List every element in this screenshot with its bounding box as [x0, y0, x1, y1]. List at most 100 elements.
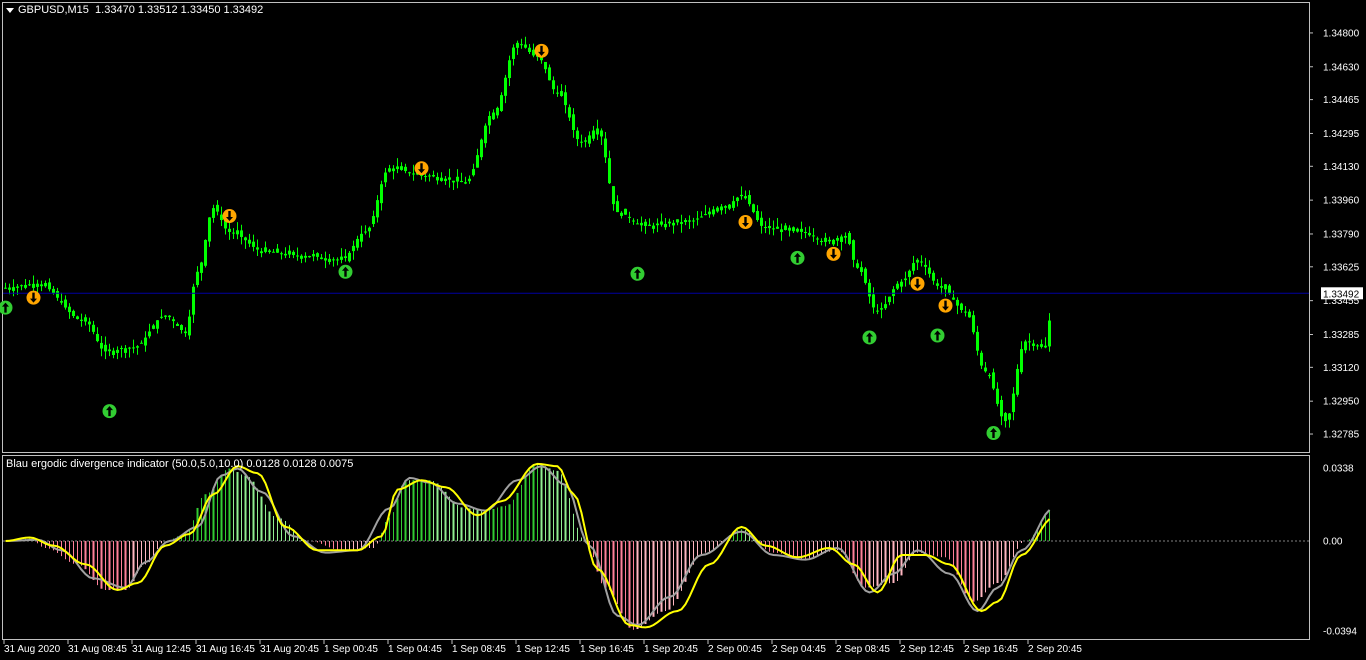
candle-body — [1004, 413, 1007, 422]
candle-body — [884, 304, 887, 309]
candle-body — [524, 44, 527, 48]
candle-body — [764, 227, 767, 229]
candle-body — [712, 209, 715, 215]
candle-body — [676, 219, 679, 223]
candle-body — [836, 238, 839, 241]
candle-body — [768, 225, 771, 229]
candle-body — [208, 217, 211, 242]
candle-body — [908, 270, 911, 278]
time-tick-label: 1 Sep 20:45 — [644, 644, 698, 655]
candle-body — [284, 253, 287, 256]
candle-body — [1000, 399, 1003, 417]
chart-header: GBPUSD,M15 1.33470 1.33512 1.33450 1.334… — [6, 4, 263, 16]
candle-body — [568, 107, 571, 118]
time-tick-label: 1 Sep 04:45 — [388, 644, 442, 655]
candle-body — [404, 166, 407, 172]
candle-body — [660, 221, 663, 225]
candle-body — [896, 283, 899, 289]
candle-body — [680, 222, 683, 224]
candle-body — [384, 172, 387, 183]
candle-body — [920, 261, 923, 263]
candle-body — [904, 278, 907, 281]
candle-body — [264, 247, 267, 252]
candle-body — [924, 264, 927, 267]
candle-body — [820, 240, 823, 242]
down-arrow-icon — [910, 276, 925, 291]
down-arrow-icon — [738, 215, 753, 230]
candle-body — [584, 140, 587, 142]
candle-body — [296, 255, 299, 257]
candle-body — [936, 283, 939, 286]
candle-body — [56, 291, 59, 298]
candle-body — [692, 220, 695, 222]
price-tick-label: 1.32785 — [1323, 430, 1360, 441]
candle-body — [992, 372, 995, 389]
candle-body — [576, 130, 579, 140]
candle-body — [168, 315, 171, 318]
candle-body — [232, 232, 235, 234]
candle-body — [812, 235, 815, 237]
time-tick-label: 2 Sep 08:45 — [836, 644, 890, 655]
candle-body — [120, 347, 123, 349]
candle-body — [760, 217, 763, 226]
candle-body — [772, 228, 775, 230]
chart-canvas[interactable]: 1.34800 1.34630 1.34465 1.34295 1.34130 1.339… — [0, 0, 1366, 660]
dropdown-triangle-icon[interactable] — [6, 7, 14, 13]
candle-body — [436, 176, 439, 181]
candle-body — [100, 342, 103, 349]
candle-body — [848, 232, 851, 244]
candle-body — [828, 239, 831, 242]
candles-layer — [3, 36, 1309, 428]
candle-body — [624, 208, 627, 215]
candle-body — [732, 201, 735, 208]
candle-body — [112, 350, 115, 356]
candle-body — [668, 221, 671, 224]
candle-body — [144, 337, 147, 346]
candle-body — [804, 231, 807, 233]
candle-body — [716, 207, 719, 212]
candle-body — [860, 267, 863, 272]
price-tick-label: 1.33960 — [1323, 196, 1360, 207]
candle-body — [796, 228, 799, 232]
candle-body — [424, 176, 427, 178]
price-tick-label: 1.34295 — [1323, 129, 1360, 140]
candle-body — [984, 367, 987, 372]
candle-body — [4, 287, 7, 289]
price-tick-label: 1.34465 — [1323, 95, 1360, 106]
candle-body — [640, 222, 643, 226]
up-arrow-icon — [0, 300, 13, 315]
candle-body — [648, 224, 651, 226]
candle-body — [744, 196, 747, 199]
candle-body — [164, 315, 167, 317]
candle-body — [92, 324, 95, 332]
time-tick-label: 2 Sep 04:45 — [772, 644, 826, 655]
time-tick-label: 31 Aug 12:45 — [132, 644, 191, 655]
candle-body — [988, 375, 991, 377]
candle-body — [176, 323, 179, 327]
candle-body — [248, 239, 251, 244]
candle-body — [300, 255, 303, 259]
candle-body — [280, 253, 283, 255]
candle-body — [548, 67, 551, 81]
candle-body — [516, 42, 519, 48]
candle-body — [36, 283, 39, 287]
candle-body — [892, 289, 895, 297]
candle-body — [8, 287, 11, 290]
candle-body — [544, 61, 547, 70]
candle-body — [956, 299, 959, 306]
candle-body — [900, 281, 903, 287]
candle-body — [472, 169, 475, 176]
candle-body — [552, 80, 555, 90]
candle-body — [32, 283, 35, 288]
candle-body — [600, 130, 603, 137]
candle-body — [124, 348, 127, 353]
candle-body — [324, 258, 327, 261]
candle-body — [1024, 341, 1027, 351]
candle-body — [172, 319, 175, 322]
candle-body — [488, 115, 491, 126]
candle-body — [332, 259, 335, 261]
candle-body — [724, 206, 727, 208]
candle-body — [784, 225, 787, 230]
candle-body — [216, 204, 219, 212]
candle-body — [1020, 349, 1023, 373]
